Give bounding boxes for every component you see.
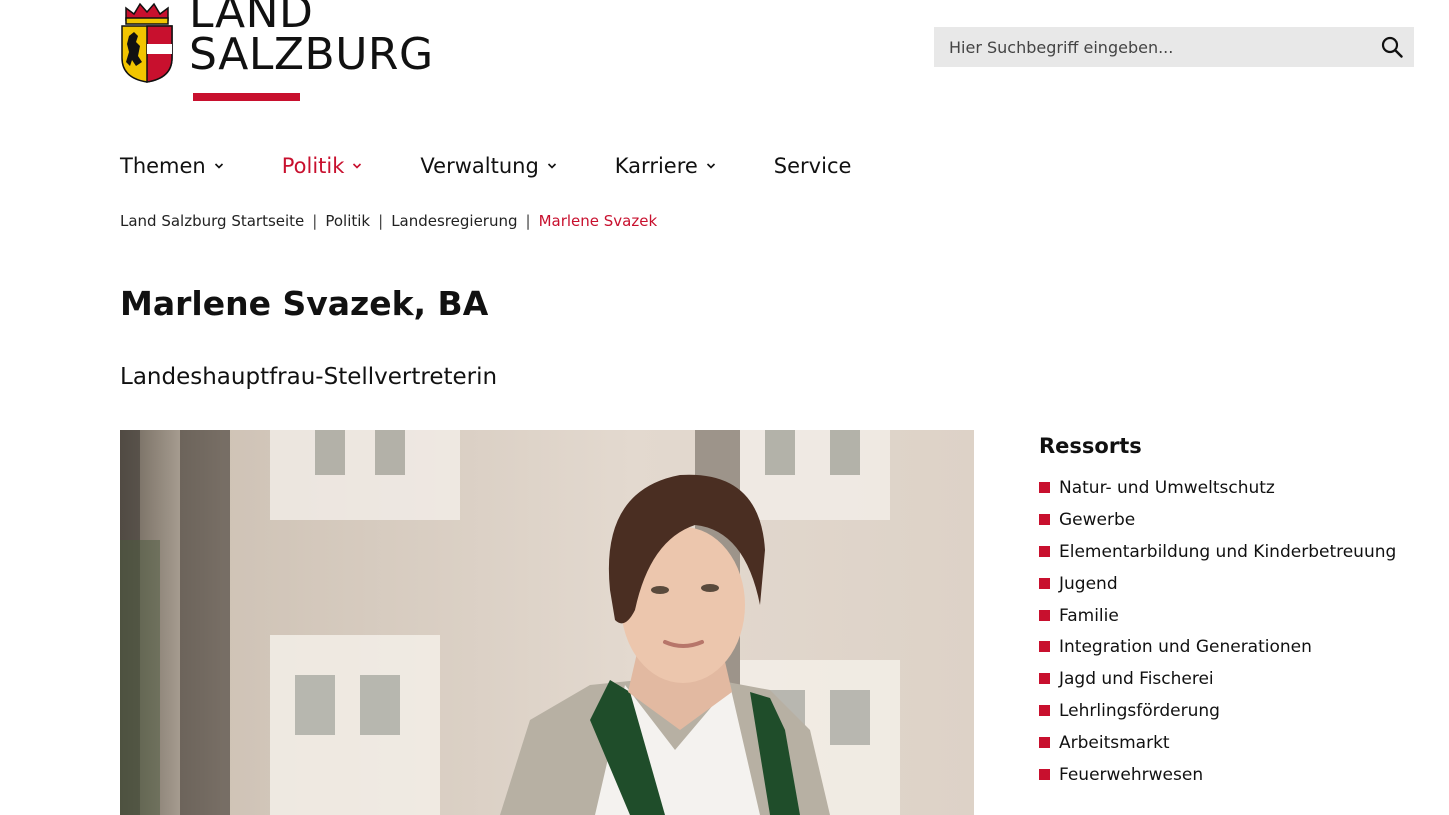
nav-item-label: Karriere bbox=[614, 154, 698, 178]
chevron-down-icon bbox=[214, 163, 223, 169]
nav-item-label: Service bbox=[773, 154, 852, 178]
breadcrumb: Land Salzburg Startseite | Politik | Lan… bbox=[120, 212, 657, 230]
bullet-square-icon bbox=[1039, 482, 1050, 493]
page-subtitle: Landeshauptfrau-Stellvertreterin bbox=[120, 364, 498, 390]
list-item: Elementarbildung und Kinderbetreuung bbox=[1039, 542, 1439, 574]
ressort-link[interactable]: Familie bbox=[1059, 606, 1119, 626]
bullet-square-icon bbox=[1039, 641, 1050, 653]
nav-item-verwaltung[interactable]: Verwaltung bbox=[420, 150, 556, 182]
bullet-square-icon bbox=[1039, 545, 1050, 557]
portrait-photo bbox=[120, 430, 974, 815]
list-item: Lehrlingsförderung bbox=[1039, 701, 1439, 733]
ressorts-panel: Ressorts Natur- und Umweltschutz Gewerbe… bbox=[1039, 434, 1439, 797]
logo-accent-bar bbox=[193, 93, 300, 101]
portrait-image bbox=[120, 430, 974, 815]
coat-of-arms-icon bbox=[121, 2, 173, 83]
list-item: Integration und Generationen bbox=[1039, 637, 1439, 669]
list-item: Gewerbe bbox=[1039, 510, 1439, 542]
search-input[interactable] bbox=[934, 27, 1364, 67]
ressort-link[interactable]: Jugend bbox=[1059, 574, 1118, 594]
bullet-square-icon bbox=[1039, 769, 1050, 781]
nav-item-label: Verwaltung bbox=[420, 154, 539, 178]
search-bar bbox=[934, 27, 1414, 67]
logo-line-2: SALZBURG bbox=[189, 29, 434, 80]
bullet-square-icon bbox=[1039, 513, 1050, 525]
nav-item-service[interactable]: Service bbox=[774, 150, 852, 182]
ressort-link[interactable]: Jagd und Fischerei bbox=[1059, 669, 1214, 689]
ressorts-heading: Ressorts bbox=[1039, 434, 1142, 458]
ressort-link[interactable]: Elementarbildung und Kinderbetreuung bbox=[1059, 542, 1396, 562]
list-item: Feuerwehrwesen bbox=[1039, 765, 1439, 797]
nav-item-themen[interactable]: Themen bbox=[120, 150, 224, 182]
chevron-down-icon bbox=[547, 163, 556, 169]
ressort-link[interactable]: Arbeitsmarkt bbox=[1059, 733, 1170, 753]
breadcrumb-separator: | bbox=[378, 212, 384, 230]
ressort-link[interactable]: Integration und Generationen bbox=[1059, 637, 1312, 657]
ressort-link[interactable]: Lehrlingsförderung bbox=[1059, 701, 1220, 721]
nav-item-karriere[interactable]: Karriere bbox=[615, 150, 716, 182]
logo-wordmark: LAND SALZBURG bbox=[189, 0, 434, 80]
ressort-link[interactable]: Gewerbe bbox=[1059, 510, 1135, 530]
breadcrumb-home[interactable]: Land Salzburg Startseite bbox=[120, 212, 304, 230]
nav-item-label: Politik bbox=[281, 154, 345, 178]
chevron-down-icon bbox=[706, 163, 715, 169]
nav-item-politik[interactable]: Politik bbox=[282, 150, 363, 182]
breadcrumb-current: Marlene Svazek bbox=[538, 212, 658, 230]
page-title: Marlene Svazek, BA bbox=[120, 284, 489, 323]
breadcrumb-separator: | bbox=[312, 212, 318, 230]
ressorts-list: Natur- und Umweltschutz Gewerbe Elementa… bbox=[1039, 478, 1439, 797]
ressort-link[interactable]: Feuerwehrwesen bbox=[1059, 765, 1203, 785]
list-item: Arbeitsmarkt bbox=[1039, 733, 1439, 765]
breadcrumb-landesregierung[interactable]: Landesregierung bbox=[391, 212, 517, 230]
list-item: Natur- und Umweltschutz bbox=[1039, 478, 1439, 510]
bullet-square-icon bbox=[1039, 673, 1050, 685]
breadcrumb-separator: | bbox=[525, 212, 531, 230]
bullet-square-icon bbox=[1039, 705, 1050, 717]
bullet-square-icon bbox=[1039, 609, 1050, 621]
site-logo[interactable]: LAND SALZBURG bbox=[120, 0, 440, 110]
main-nav: Themen Politik Verwaltung Karriere Servi… bbox=[120, 150, 909, 182]
ressort-link[interactable]: Natur- und Umweltschutz bbox=[1059, 478, 1275, 498]
nav-item-label: Themen bbox=[120, 154, 206, 178]
breadcrumb-politik[interactable]: Politik bbox=[325, 212, 370, 230]
list-item: Jagd und Fischerei bbox=[1039, 669, 1439, 701]
list-item: Familie bbox=[1039, 606, 1439, 638]
bullet-square-icon bbox=[1039, 737, 1050, 749]
chevron-down-icon bbox=[353, 163, 362, 169]
bullet-square-icon bbox=[1039, 577, 1050, 589]
list-item: Jugend bbox=[1039, 574, 1439, 606]
search-icon[interactable] bbox=[1380, 35, 1404, 59]
